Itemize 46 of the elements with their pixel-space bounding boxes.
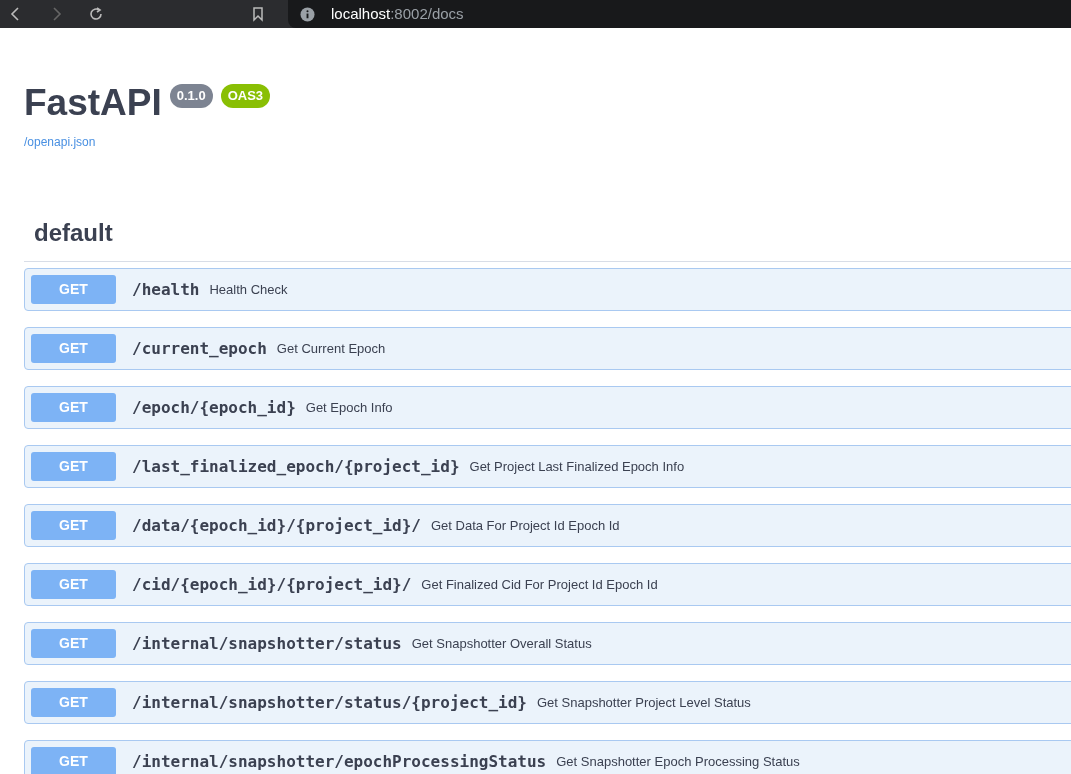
endpoint-row[interactable]: GET /data/{epoch_id}/{project_id}/ Get Data For Project Id Epoch Id: [24, 504, 1071, 547]
endpoint-row[interactable]: GET /health Health Check: [24, 268, 1071, 311]
endpoint-summary: Get Project Last Finalized Epoch Info: [469, 457, 685, 476]
endpoint-row[interactable]: GET /cid/{epoch_id}/{project_id}/ Get Finalized Cid For Project Id Epoch Id: [24, 563, 1071, 606]
spec-badge: OAS3: [220, 84, 271, 108]
info-icon[interactable]: [300, 6, 315, 22]
reload-icon[interactable]: [88, 6, 104, 22]
endpoint-path: /internal/snapshotter/status/{project_id}: [132, 691, 527, 714]
endpoint-path: /internal/snapshotter/epochProcessingStatus: [132, 750, 547, 773]
endpoint-summary: Get Finalized Cid For Project Id Epoch Id: [421, 575, 658, 594]
endpoint-row[interactable]: GET /internal/snapshotter/status/{project_id} Get Snapshotter Project Level Status: [24, 681, 1071, 724]
endpoint-summary: Get Current Epoch: [276, 339, 386, 358]
method-badge: GET: [31, 393, 116, 422]
method-badge: GET: [31, 688, 116, 717]
version-badge: 0.1.0: [169, 84, 213, 108]
method-badge: GET: [31, 511, 116, 540]
method-badge: GET: [31, 452, 116, 481]
method-badge: GET: [31, 334, 116, 363]
endpoint-row[interactable]: GET /last_finalized_epoch/{project_id} Get Project Last Finalized Epoch Info: [24, 445, 1071, 488]
endpoint-summary: Get Snapshotter Project Level Status: [536, 693, 751, 712]
section-title[interactable]: default: [34, 219, 113, 246]
endpoint-path: /internal/snapshotter/status: [132, 632, 402, 655]
endpoint-summary: Get Data For Project Id Epoch Id: [431, 516, 620, 535]
endpoint-path: /cid/{epoch_id}/{project_id}/: [132, 573, 412, 596]
endpoint-path: /epoch/{epoch_id}: [132, 396, 296, 419]
endpoint-row[interactable]: GET /internal/snapshotter/epochProcessingStatus Get Snapshotter Epoch Processing Status: [24, 740, 1071, 774]
endpoint-row[interactable]: GET /epoch/{epoch_id} Get Epoch Info: [24, 386, 1071, 429]
endpoint-summary: Get Epoch Info: [305, 398, 393, 417]
endpoint-path: /last_finalized_epoch/{project_id}: [132, 455, 460, 478]
endpoint-path: /health: [132, 278, 200, 301]
url-host: localhost: [331, 5, 391, 22]
url-path: :8002/docs: [390, 5, 464, 22]
method-badge: GET: [31, 275, 116, 304]
page-title: FastAPI: [24, 84, 162, 121]
endpoint-row[interactable]: GET /current_epoch Get Current Epoch: [24, 327, 1071, 370]
method-badge: GET: [31, 747, 116, 774]
endpoint-path: /current_epoch: [132, 337, 267, 360]
bookmark-icon[interactable]: [250, 6, 266, 22]
method-badge: GET: [31, 570, 116, 599]
endpoint-summary: Get Snapshotter Overall Status: [411, 634, 592, 653]
endpoint-summary: Health Check: [209, 280, 288, 299]
method-badge: GET: [31, 629, 116, 658]
address-bar[interactable]: localhost:8002/docs: [288, 0, 1071, 28]
endpoint-summary: Get Snapshotter Epoch Processing Status: [556, 752, 800, 771]
endpoint-row[interactable]: GET /internal/snapshotter/status Get Snapshotter Overall Status: [24, 622, 1071, 665]
endpoint-path: /data/{epoch_id}/{project_id}/: [132, 514, 421, 537]
